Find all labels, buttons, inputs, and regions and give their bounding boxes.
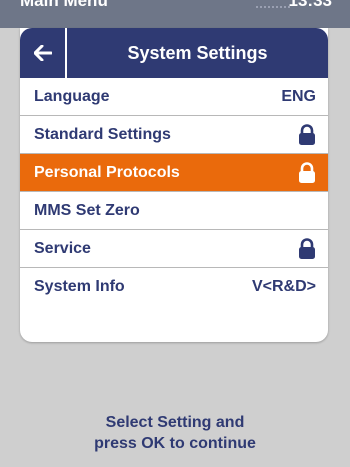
lock-icon: [298, 237, 316, 260]
menu-item-label: System Info: [34, 277, 125, 295]
menu-item-language[interactable]: Language ENG: [20, 78, 328, 116]
page-title: System Settings: [127, 42, 268, 63]
menu-item-label: Standard Settings: [34, 125, 171, 143]
menu-item-label: Service: [34, 239, 91, 257]
menu-item-mms-set-zero[interactable]: MMS Set Zero: [20, 192, 328, 230]
language-value: ENG: [281, 87, 316, 105]
menu-item-label: Personal Protocols: [34, 163, 180, 181]
panel-header: System Settings: [20, 28, 328, 78]
menu-item-label: MMS Set Zero: [34, 201, 140, 219]
arrow-left-icon: [33, 45, 52, 61]
instruction-text: Select Setting and press OK to continue: [0, 412, 350, 454]
settings-menu: Language ENG Standard Settings Personal …: [20, 78, 328, 305]
status-title: Main Menu: [20, 0, 108, 10]
lock-icon: [298, 123, 316, 146]
instruction-line-1: Select Setting and: [105, 414, 245, 431]
menu-item-system-info[interactable]: System Info V<R&D>: [20, 268, 328, 305]
menu-item-service[interactable]: Service: [20, 230, 328, 268]
instruction-line-2: press OK to continue: [94, 435, 256, 452]
signal-dots-icon: [256, 6, 290, 12]
status-time: 13:33: [288, 0, 332, 10]
settings-panel: System Settings Language ENG Standard Se…: [20, 28, 328, 342]
menu-item-standard-settings[interactable]: Standard Settings: [20, 116, 328, 154]
menu-item-personal-protocols[interactable]: Personal Protocols: [20, 154, 328, 192]
menu-item-label: Language: [34, 87, 110, 105]
version-value: V<R&D>: [251, 277, 316, 295]
status-bar: Main Menu 13:33: [0, 0, 350, 28]
back-button[interactable]: [20, 28, 67, 78]
lock-icon: [298, 161, 316, 184]
